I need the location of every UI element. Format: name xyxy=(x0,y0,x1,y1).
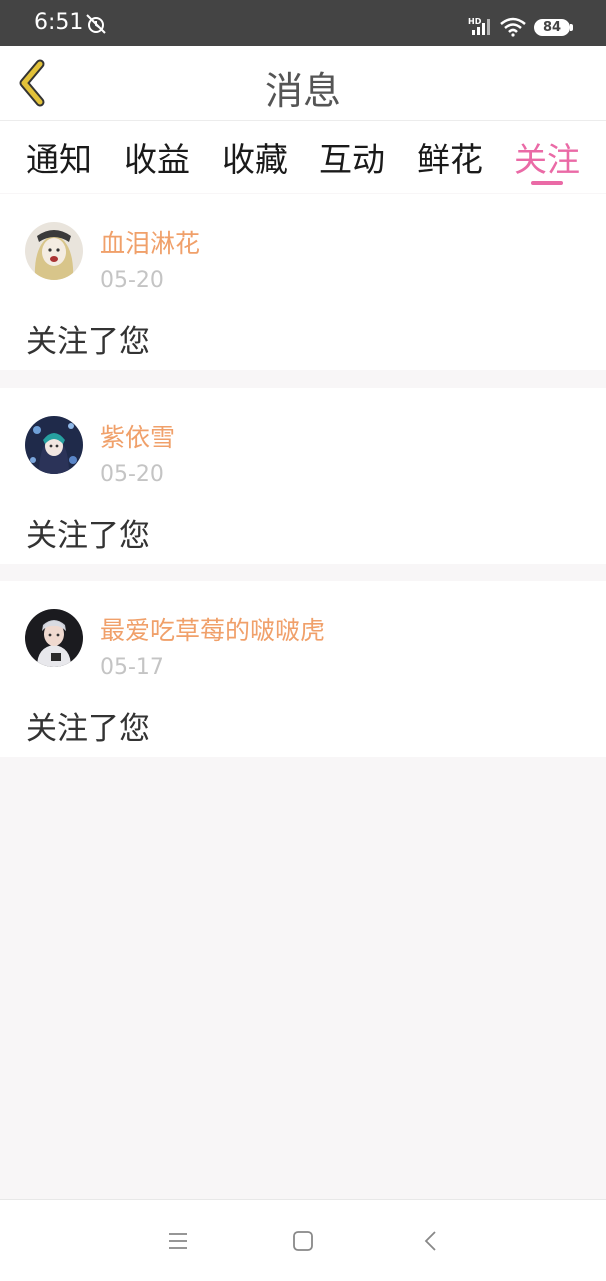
home-icon[interactable] xyxy=(288,1226,318,1256)
battery-icon: 84 xyxy=(534,19,570,36)
status-time: 6:51 xyxy=(34,10,84,35)
system-nav-bar xyxy=(0,1199,606,1281)
message-text: 关注了您 xyxy=(26,518,150,554)
timestamp: 05-17 xyxy=(100,655,164,680)
avatar-icon[interactable] xyxy=(25,609,83,667)
signal-icon xyxy=(472,19,490,35)
username[interactable]: 紫依雪 xyxy=(100,418,175,454)
list-item[interactable]: 血泪淋花 05-20 关注了您 xyxy=(0,194,606,370)
alarm-off-icon xyxy=(86,14,106,34)
battery-tip xyxy=(570,24,573,31)
menu-icon[interactable] xyxy=(163,1226,193,1256)
header: 消息 xyxy=(0,46,606,121)
tab-bar: 通知 收益 收藏 互动 鲜花 关注 xyxy=(0,121,606,193)
avatar-icon[interactable] xyxy=(25,222,83,280)
avatar-icon[interactable] xyxy=(25,416,83,474)
list-item[interactable]: 最爱吃草莓的啵啵虎 05-17 关注了您 xyxy=(0,581,606,757)
username[interactable]: 血泪淋花 xyxy=(100,224,200,260)
back-icon[interactable] xyxy=(416,1226,446,1256)
tab-favorites[interactable]: 收藏 xyxy=(211,133,299,181)
timestamp: 05-20 xyxy=(100,462,164,487)
tab-notifications[interactable]: 通知 xyxy=(15,133,103,181)
username[interactable]: 最爱吃草莓的啵啵虎 xyxy=(100,611,325,647)
tab-earnings[interactable]: 收益 xyxy=(113,133,201,181)
page-title: 消息 xyxy=(264,69,341,113)
list-item[interactable]: 紫依雪 05-20 关注了您 xyxy=(0,388,606,564)
message-text: 关注了您 xyxy=(26,324,150,360)
message-text: 关注了您 xyxy=(26,711,150,747)
status-bar: 6:51 HD 84 xyxy=(0,0,606,46)
tab-interactions[interactable]: 互动 xyxy=(308,133,396,181)
active-tab-indicator xyxy=(531,181,563,185)
wifi-icon xyxy=(500,17,526,37)
tab-flowers[interactable]: 鲜花 xyxy=(406,133,494,181)
timestamp: 05-20 xyxy=(100,268,164,293)
battery-level: 84 xyxy=(542,20,562,35)
tab-following[interactable]: 关注 xyxy=(503,133,591,181)
